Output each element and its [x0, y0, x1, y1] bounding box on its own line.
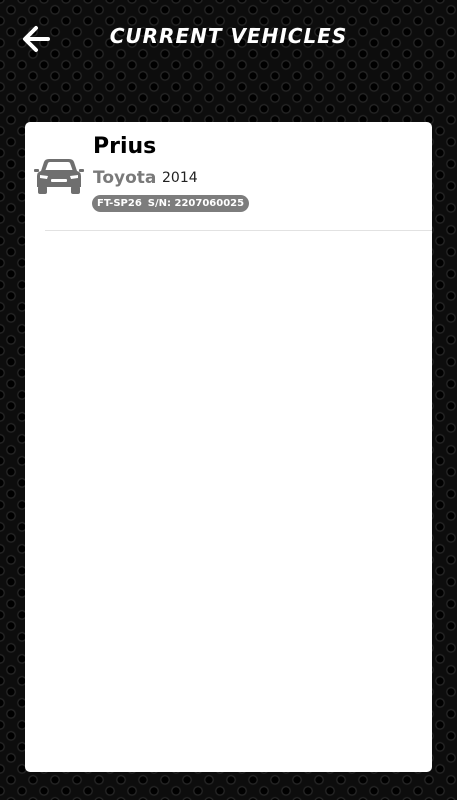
list-divider — [45, 230, 432, 231]
vehicle-year: 2014 — [162, 170, 198, 186]
car-icon — [34, 159, 84, 194]
vehicle-list-item[interactable]: Prius Toyota 2014 FT-SP26 S/N: 2207060025 — [25, 122, 432, 230]
vehicle-make: Toyota — [93, 168, 157, 188]
vehicle-model: Prius — [93, 134, 157, 159]
vehicle-list-panel: Prius Toyota 2014 FT-SP26 S/N: 2207060025 — [25, 122, 432, 772]
device-model: FT-SP26 — [97, 198, 142, 209]
top-bar: CURRENT VEHICLES — [0, 0, 457, 76]
device-serial-badge: FT-SP26 S/N: 2207060025 — [92, 195, 250, 212]
page-title: CURRENT VEHICLES — [109, 24, 348, 48]
serial-number: S/N: 2207060025 — [147, 198, 245, 209]
